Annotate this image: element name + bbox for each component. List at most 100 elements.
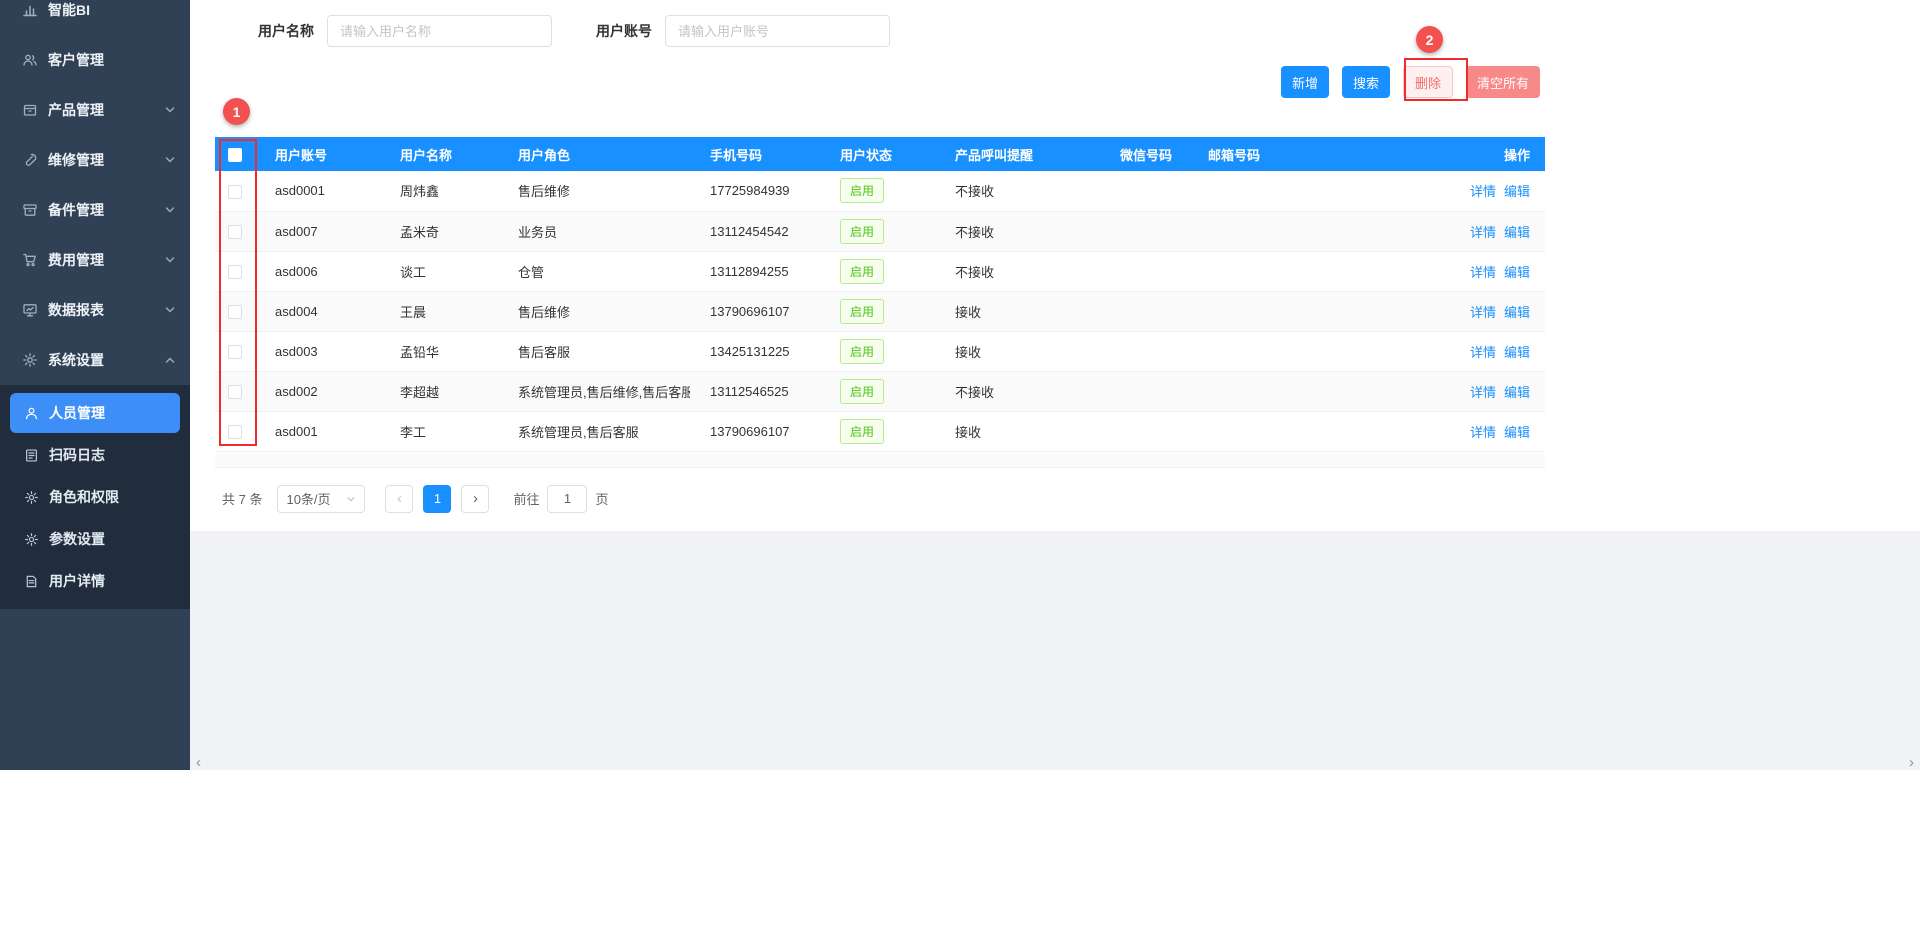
- edit-link[interactable]: 编辑: [1504, 184, 1530, 199]
- table-row: asd001李工系统管理员,售后客服13790696107启用接收详情编辑: [215, 411, 1545, 451]
- current-page[interactable]: 1: [423, 485, 451, 513]
- select-all-checkbox[interactable]: [228, 148, 242, 162]
- detail-link[interactable]: 详情: [1470, 184, 1496, 199]
- sidebar-item-repair[interactable]: 维修管理: [0, 135, 190, 185]
- cell-name: 谈工: [380, 251, 498, 291]
- status-badge: 启用: [840, 379, 884, 404]
- cell-wechat: [1100, 211, 1188, 251]
- detail-link[interactable]: 详情: [1470, 305, 1496, 320]
- add-button[interactable]: 新增: [1281, 66, 1329, 98]
- chevron-down-icon: [164, 254, 176, 266]
- status-badge: 启用: [840, 419, 884, 444]
- search-button[interactable]: 搜索: [1342, 66, 1390, 98]
- goto-label: 前往: [513, 489, 539, 508]
- sidebar-subitem-roles-permissions[interactable]: 角色和权限: [10, 477, 180, 517]
- column-header: 邮箱号码: [1188, 137, 1455, 171]
- detail-link[interactable]: 详情: [1470, 225, 1496, 240]
- delete-button[interactable]: 删除: [1403, 66, 1453, 98]
- row-checkbox[interactable]: [228, 345, 242, 359]
- prev-page-button[interactable]: ‹: [385, 485, 413, 513]
- cell-wechat: [1100, 251, 1188, 291]
- sidebar-item-label: 系统设置: [48, 350, 104, 370]
- cell-notify: 接收: [935, 331, 1100, 371]
- sidebar-item-label: 维修管理: [48, 150, 104, 170]
- sidebar-item-label: 智能BI: [48, 0, 90, 20]
- cell-name: 孟铅华: [380, 331, 498, 371]
- cell-status: 启用: [820, 251, 935, 291]
- sidebar-submenu: 人员管理扫码日志角色和权限参数设置用户详情: [0, 385, 190, 609]
- column-header: 微信号码: [1100, 137, 1188, 171]
- cell-role: 系统管理员,售后客服: [498, 411, 690, 451]
- sidebar-subitem-user-detail[interactable]: 用户详情: [10, 561, 180, 601]
- gear-icon: [24, 532, 39, 547]
- edit-link[interactable]: 编辑: [1504, 385, 1530, 400]
- annotation-step-1: 1: [223, 98, 250, 125]
- table-row: asd003孟铅华售后客服13425131225启用接收详情编辑: [215, 331, 1545, 371]
- table-row: asd004王晨售后维修13790696107启用接收详情编辑: [215, 291, 1545, 331]
- username-label: 用户名称: [258, 21, 314, 41]
- scroll-left-arrow[interactable]: ‹: [196, 756, 201, 770]
- account-input[interactable]: [665, 15, 890, 47]
- row-checkbox[interactable]: [228, 265, 242, 279]
- clear-all-button[interactable]: 清空所有: [1466, 66, 1540, 98]
- pagination: 共 7 条 10条/页 ‹ 1 › 前往 页: [222, 485, 1920, 513]
- status-badge: 启用: [840, 259, 884, 284]
- total-count: 共 7 条: [222, 489, 262, 508]
- cell-wechat: [1100, 171, 1188, 211]
- next-page-button[interactable]: ›: [461, 485, 489, 513]
- sidebar-item-spare-parts[interactable]: 备件管理: [0, 185, 190, 235]
- cell-phone: 13112454542: [690, 211, 820, 251]
- column-header: 用户账号: [255, 137, 380, 171]
- cell-name: 孟米奇: [380, 211, 498, 251]
- sidebar-subitem-label: 扫码日志: [49, 445, 105, 465]
- detail-link[interactable]: 详情: [1470, 265, 1496, 280]
- row-checkbox[interactable]: [228, 185, 242, 199]
- edit-link[interactable]: 编辑: [1504, 425, 1530, 440]
- cart-icon: [22, 252, 38, 268]
- edit-link[interactable]: 编辑: [1504, 265, 1530, 280]
- cell-name: 李工: [380, 411, 498, 451]
- main-area: 用户名称 用户账号 新增 搜索 删除 清空所有 用户账号用户名称用户角色: [190, 0, 1920, 770]
- cell-status: 启用: [820, 211, 935, 251]
- sidebar-item-product[interactable]: 产品管理: [0, 85, 190, 135]
- row-checkbox[interactable]: [228, 425, 242, 439]
- row-checkbox[interactable]: [228, 225, 242, 239]
- page-size-select[interactable]: 10条/页: [277, 485, 365, 513]
- cell-status: 启用: [820, 331, 935, 371]
- sidebar-subitem-label: 角色和权限: [49, 487, 119, 507]
- detail-link[interactable]: 详情: [1470, 345, 1496, 360]
- cell-notify: 不接收: [935, 211, 1100, 251]
- sidebar-item-report[interactable]: 数据报表: [0, 285, 190, 335]
- status-badge: 启用: [840, 339, 884, 364]
- toolbar: 新增 搜索 删除 清空所有: [190, 66, 1540, 98]
- cell-role: 售后维修: [498, 171, 690, 211]
- cell-notify: 接收: [935, 411, 1100, 451]
- sidebar-item-customer[interactable]: 客户管理: [0, 35, 190, 85]
- edit-link[interactable]: 编辑: [1504, 225, 1530, 240]
- row-checkbox[interactable]: [228, 305, 242, 319]
- column-header: 操作: [1455, 137, 1545, 171]
- cell-status: 启用: [820, 291, 935, 331]
- table-footer-strip: [215, 454, 1545, 468]
- cell-name: 李超越: [380, 371, 498, 411]
- column-header: 用户名称: [380, 137, 498, 171]
- edit-link[interactable]: 编辑: [1504, 345, 1530, 360]
- edit-link[interactable]: 编辑: [1504, 305, 1530, 320]
- sidebar-subitem-scan-log[interactable]: 扫码日志: [10, 435, 180, 475]
- row-checkbox[interactable]: [228, 385, 242, 399]
- sidebar-subitem-personnel[interactable]: 人员管理: [10, 393, 180, 433]
- sidebar-item-expense[interactable]: 费用管理: [0, 235, 190, 285]
- sidebar-subitem-label: 用户详情: [49, 571, 105, 591]
- goto-page-input[interactable]: [547, 485, 587, 513]
- sidebar-item-system[interactable]: 系统设置: [0, 335, 190, 385]
- detail-link[interactable]: 详情: [1470, 425, 1496, 440]
- detail-link[interactable]: 详情: [1470, 385, 1496, 400]
- table-row: asd006谈工仓管13112894255启用不接收详情编辑: [215, 251, 1545, 291]
- sidebar-subitem-params[interactable]: 参数设置: [10, 519, 180, 559]
- sidebar-item-label: 数据报表: [48, 300, 104, 320]
- chart-icon: [22, 2, 38, 18]
- scroll-right-arrow[interactable]: ›: [1909, 756, 1914, 770]
- column-header: 产品呼叫提醒: [935, 137, 1100, 171]
- username-input[interactable]: [327, 15, 552, 47]
- sidebar-item-bi[interactable]: 智能BI: [0, 0, 190, 35]
